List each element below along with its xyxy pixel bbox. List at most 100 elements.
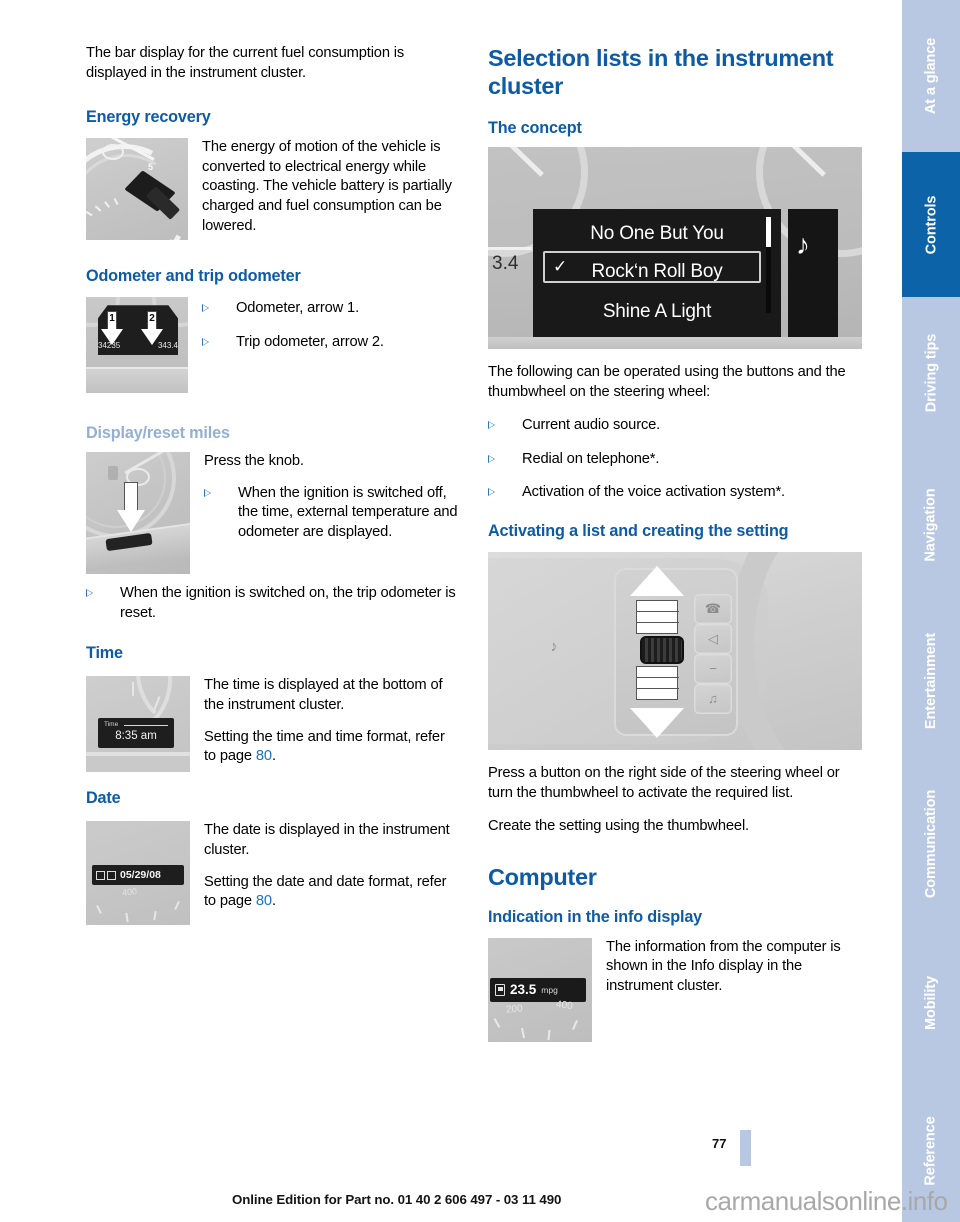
consumption-unit: mpg (541, 984, 558, 995)
time-reference: Setting the time and time format, refer … (204, 728, 460, 767)
bullet-triangle-icon (202, 337, 209, 346)
phone-icon[interactable]: ☎ (694, 593, 732, 624)
sidebar-tab-navigation[interactable]: Navigation (899, 449, 960, 601)
display-reset-text: Press the knob. When the ignition is swi… (204, 452, 460, 542)
callout-arrow-1-label: 1 (109, 313, 115, 325)
voice-icon[interactable]: ♫ (694, 683, 732, 714)
page-number: 77 (712, 1136, 727, 1151)
time-lcd-value: 8:35 am (115, 730, 157, 743)
callout-arrow-1: 1 (101, 311, 123, 347)
sidebar-tab-mobility[interactable]: Mobility (899, 927, 960, 1079)
time-reference-suffix: . (271, 748, 276, 765)
list-item-label: Current audio source. (522, 417, 661, 434)
page-title: Selection lists in the instrument cluste… (488, 45, 834, 99)
time-text: The time is displayed at the bottom of t… (204, 676, 460, 766)
time-block: Time 8:35 am The time is displayed at th… (86, 676, 460, 773)
concept-paragraph: The following can be operated using the … (488, 364, 846, 400)
watermark: carmanualsonline.info (705, 1186, 948, 1216)
sidebar-tab-entertainment[interactable]: Entertainment (899, 601, 960, 761)
callout-arrow-2-label: 2 (149, 313, 155, 325)
section-tab-sidebar: At a glance Controls Driving tips Naviga… (899, 0, 960, 1222)
rocker-down[interactable] (636, 665, 679, 700)
list-item-label: When the ignition is switched on, the tr… (120, 585, 456, 621)
sidebar-tab-label: Mobility (922, 976, 939, 1030)
scrollbar[interactable] (766, 217, 771, 313)
energy-recovery-block: 5 The energy of motion of the vehicle is… (86, 138, 460, 241)
date-paragraph: The date is displayed in the instrument … (204, 822, 450, 858)
callout-arrow-2: 2 (141, 311, 163, 347)
heading-time: Time (86, 644, 123, 663)
down-arrow-icon (630, 696, 684, 738)
fuel-pump-icon (495, 983, 505, 996)
mode-icon[interactable]: ◁ (694, 623, 732, 654)
list-item: Trip odometer, arrow 2. (202, 333, 384, 353)
bullet-triangle-icon (202, 304, 209, 313)
list-item-label: Odometer, arrow 1. (236, 300, 360, 317)
concept-bullets: Current audio source. Redial on telephon… (488, 416, 862, 503)
heading-indication-info-display: Indication in the info display (488, 907, 703, 926)
info-display-block: 23.5 mpg 200 400 The information from th… (488, 937, 862, 1042)
bullet-triangle-icon (86, 589, 93, 598)
reset-knob (86, 452, 190, 575)
left-column: The bar display for the current fuel con… (86, 44, 460, 926)
list-item[interactable]: Shine A Light (533, 293, 781, 331)
date-reference: Setting the date and date format, refer … (204, 873, 460, 912)
gauge-number: 5 (148, 162, 154, 173)
sidebar-tab-driving-tips[interactable]: Driving tips (899, 297, 960, 449)
heading-activating-list: Activating a list and creating the setti… (488, 521, 789, 540)
time-paragraph: The time is displayed at the bottom of t… (204, 677, 443, 713)
time-reference-prefix: Setting the time and time format, refer … (204, 728, 445, 765)
list-item[interactable]: No One But You (533, 215, 781, 253)
sidebar-tab-label: At a glance (923, 37, 940, 115)
audio-note-icon: ♪ (788, 209, 838, 337)
list-item-label: Trip odometer, arrow 2. (236, 333, 384, 350)
press-arrow-icon (117, 482, 145, 534)
heading-energy-recovery: Energy recovery (86, 108, 211, 127)
list-item: When the ignition is switched on, the tr… (86, 584, 460, 623)
odometer-block: 34235 343.4 1 2 Odometer, arrow 1. Trip … (86, 297, 460, 394)
list-panel: No One But You Rock‘n Roll Boy Shine A L… (533, 209, 781, 337)
display-reset-bullets: When the ignition is switched off, the t… (204, 484, 460, 543)
energy-recovery-text: The energy of motion of the vehicle is c… (202, 139, 452, 234)
section-title-computer: Computer (488, 863, 597, 890)
heading-display-reset-miles: Display/reset miles (86, 424, 230, 443)
time-lcd-label: Time (104, 721, 119, 729)
trip-value: 3.4 (492, 253, 519, 274)
date-block: 05/29/08 400 The date is displayed in th… (86, 821, 460, 926)
manual-page: The bar display for the current fuel con… (0, 0, 960, 1222)
consumption-value: 23.5 (510, 982, 537, 998)
list-item: Redial on telephone*. (488, 450, 862, 470)
page-marker-bar (740, 1130, 751, 1166)
minus-icon[interactable]: − (694, 653, 732, 684)
up-arrow-icon (630, 565, 684, 606)
bullet-triangle-icon (488, 421, 495, 430)
info-display-text: The information from the computer is sho… (606, 938, 841, 994)
sidebar-tab-label: Entertainment (923, 632, 939, 730)
steering-wheel-thumbwheel: ♪ ☎ ◁ − ♫ (488, 551, 862, 750)
sidebar-tab-at-a-glance[interactable]: At a glance (899, 0, 960, 152)
bullet-triangle-icon (488, 454, 495, 463)
sidebar-tab-label: Navigation (923, 488, 939, 562)
calendar-icons (96, 870, 116, 880)
edition-note: Online Edition for Part no. 01 40 2 606 … (232, 1192, 562, 1207)
sidebar-tab-label: Controls (923, 195, 939, 254)
sidebar-tab-label: Reference (923, 1115, 940, 1186)
page-link[interactable]: 80 (256, 748, 272, 764)
date-lcd-value: 05/29/08 (120, 869, 161, 882)
heading-date: Date (86, 789, 121, 808)
wheel-paragraph-1: Press a button on the right side of the … (488, 764, 840, 801)
sidebar-tab-communication[interactable]: Communication (899, 761, 960, 927)
display-reset-outer-bullets: When the ignition is switched on, the tr… (86, 584, 460, 623)
odometer-display: 34235 343.4 1 2 (86, 297, 188, 394)
bullet-triangle-icon (204, 488, 211, 497)
list-item: Current audio source. (488, 416, 862, 436)
date-display: 05/29/08 400 (86, 821, 190, 926)
sidebar-tab-controls[interactable]: Controls (899, 152, 960, 297)
list-item: Activation of the voice activation syste… (488, 483, 862, 503)
bullet-triangle-icon (488, 488, 495, 497)
date-reference-suffix: . (271, 893, 276, 910)
thumbwheel[interactable] (640, 635, 684, 664)
heading-odometer: Odometer and trip odometer (86, 267, 301, 286)
list-item: Odometer, arrow 1. (202, 299, 384, 319)
page-link[interactable]: 80 (256, 893, 272, 909)
